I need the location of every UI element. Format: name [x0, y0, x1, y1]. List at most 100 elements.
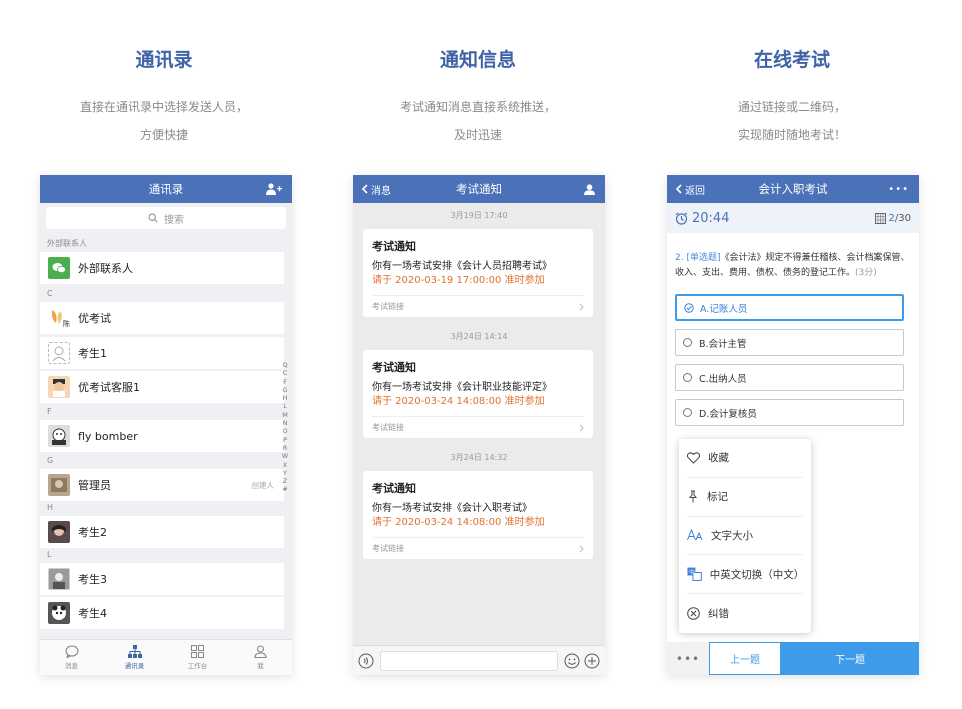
contact-name: 优考试客服1 — [78, 381, 140, 394]
tab-me[interactable]: 我 — [229, 640, 292, 675]
alpha-letter[interactable]: P — [281, 436, 289, 444]
alpha-letter[interactable]: Y — [281, 469, 289, 477]
tab-contacts[interactable]: 通讯录 — [103, 640, 166, 675]
chevron-right-icon — [579, 545, 584, 552]
column-contacts-header: 通讯录 直接在通讯录中选择发送人员， 方便快捷 — [4, 0, 324, 149]
back-button[interactable]: 消息 — [361, 175, 391, 203]
add-user-icon — [266, 183, 282, 195]
alpha-letter[interactable]: Q — [281, 361, 289, 369]
contact-row[interactable]: 考生3 — [40, 563, 284, 595]
alpha-letter[interactable]: H — [281, 394, 289, 402]
nav-title: 考试通知 — [456, 182, 502, 196]
emoji-icon[interactable] — [564, 653, 580, 669]
column-desc: 通过链接或二维码， 实现随时随地考试！ — [632, 93, 952, 149]
radio-icon — [683, 373, 692, 382]
alpha-letter[interactable]: O — [281, 427, 289, 435]
exam-phone: 返回 会计入职考试 ••• 20:44 2 /30 2. [单选题]《会计法》规… — [667, 175, 919, 675]
menu-item-label: 纠错 — [708, 608, 729, 621]
contact-row[interactable]: 考生4 — [40, 597, 284, 629]
alpha-letter[interactable]: N — [281, 419, 289, 427]
contact-row[interactable]: 考生1 — [40, 337, 284, 369]
menu-item-font-size[interactable]: 文字大小 — [687, 517, 803, 556]
prev-question-button[interactable]: 上一题 — [709, 642, 781, 675]
option-label: C.出纳人员 — [699, 373, 747, 385]
column-exam-header: 在线考试 通过链接或二维码， 实现随时随地考试！ — [632, 0, 952, 149]
alpha-letter[interactable]: G — [281, 386, 289, 394]
exam-link-label: 考试链接 — [372, 302, 404, 311]
wechat-icon — [48, 257, 70, 279]
question-score: (3分) — [855, 268, 877, 278]
option-b[interactable]: B.会计主管 — [675, 329, 904, 356]
option-c[interactable]: C.出纳人员 — [675, 364, 904, 391]
radio-icon — [683, 408, 692, 417]
notice-title: 考试通知 — [372, 240, 416, 253]
next-question-button[interactable]: 下一题 — [781, 642, 919, 675]
alpha-letter[interactable]: Z — [281, 477, 289, 485]
alpha-letter[interactable]: M — [281, 411, 289, 419]
plus-icon[interactable] — [584, 653, 600, 669]
nav-title: 通讯录 — [148, 182, 184, 196]
question-text: 2. [单选题]《会计法》规定不得兼任稽核、会计档案保管、收入、支出、费用、债权… — [675, 251, 911, 281]
notice-title: 考试通知 — [372, 482, 416, 495]
exam-link[interactable]: 考试链接 — [372, 295, 584, 317]
contact-row[interactable]: 优考试客服1 — [40, 371, 284, 403]
contact-row[interactable]: 陈 优考试 — [40, 302, 284, 334]
menu-item-favorite[interactable]: 收藏 — [687, 439, 803, 478]
exam-link[interactable]: 考试链接 — [372, 416, 584, 438]
notice-card[interactable]: 考试通知 你有一场考试安排《会计入职考试》 请于 2020-03-24 14:0… — [363, 471, 593, 559]
contact-row[interactable]: 管理员 创建人 — [40, 469, 284, 501]
question-counter[interactable]: 2 /30 — [874, 212, 911, 224]
chevron-left-icon — [361, 184, 368, 194]
menu-item-mark[interactable]: 标记 — [687, 478, 803, 517]
alpha-letter[interactable]: W — [281, 452, 289, 460]
notice-body: 你有一场考试安排《会计入职考试》 — [372, 503, 532, 514]
alpha-letter[interactable]: C — [281, 369, 289, 377]
contact-name: 考生2 — [78, 526, 107, 539]
menu-item-language[interactable]: 中 中英文切换（中文） — [687, 555, 805, 595]
option-label: B.会计主管 — [699, 338, 747, 350]
contact-name: 考生3 — [78, 573, 107, 586]
exam-link[interactable]: 考试链接 — [372, 537, 584, 559]
chat-input-bar — [353, 645, 605, 675]
column-desc-line2: 方便快捷 — [139, 128, 188, 142]
tab-label: 通讯录 — [124, 662, 145, 670]
message-input[interactable] — [380, 650, 558, 671]
alpha-letter[interactable]: L — [281, 402, 289, 410]
back-button[interactable]: 返回 — [675, 175, 705, 203]
contact-row-external[interactable]: 外部联系人 — [40, 252, 284, 284]
alpha-letter[interactable]: # — [281, 485, 289, 493]
tab-label: 工作台 — [187, 662, 208, 670]
voice-icon[interactable] — [358, 653, 374, 669]
chevron-right-icon — [579, 424, 584, 431]
contact-row[interactable]: 考生2 — [40, 516, 284, 548]
tab-messages[interactable]: 消息 — [40, 640, 103, 675]
column-notice-header: 通知信息 考试通知消息直接系统推送， 及时迅速 — [318, 0, 638, 149]
profile-button[interactable] — [584, 175, 595, 203]
alpha-index[interactable]: Q C F G H L M N O P R W X Y Z # — [281, 361, 289, 494]
column-desc-line2: 实现随时随地考试！ — [737, 128, 846, 142]
more-button[interactable]: ••• — [888, 175, 909, 203]
heart-icon — [687, 452, 700, 464]
section-header: 外部联系人 — [40, 237, 292, 251]
alpha-letter[interactable]: F — [281, 378, 289, 386]
option-a[interactable]: A.记账人员 — [675, 294, 904, 321]
contacts-phone: 通讯录 搜索 外部联系人 外部联系人 C 陈 优考试 考生1 优考试客服1 F — [40, 175, 292, 675]
notice-card[interactable]: 考试通知 你有一场考试安排《会计职业技能评定》 请于 2020-03-24 14… — [363, 350, 593, 438]
search-input[interactable]: 搜索 — [46, 207, 286, 229]
avatar — [48, 425, 70, 447]
contact-name: 考生4 — [78, 607, 107, 620]
alpha-letter[interactable]: R — [281, 444, 289, 452]
chat-icon — [64, 645, 79, 658]
menu-item-label: 中英文切换（中文） — [709, 568, 805, 581]
error-icon — [687, 607, 700, 620]
add-contact-button[interactable] — [266, 175, 282, 203]
bottom-more-button[interactable]: ••• — [667, 642, 709, 675]
menu-item-report-error[interactable]: 纠错 — [687, 594, 803, 633]
tab-workbench[interactable]: 工作台 — [166, 640, 229, 675]
notice-title: 考试通知 — [372, 361, 416, 374]
notice-card[interactable]: 考试通知 你有一场考试安排《会计人员招聘考试》 请于 2020-03-19 17… — [363, 229, 593, 317]
contact-name: fly bomber — [78, 429, 138, 443]
alpha-letter[interactable]: X — [281, 461, 289, 469]
contact-row[interactable]: fly bomber — [40, 420, 284, 452]
option-d[interactable]: D.会计复核员 — [675, 399, 904, 426]
